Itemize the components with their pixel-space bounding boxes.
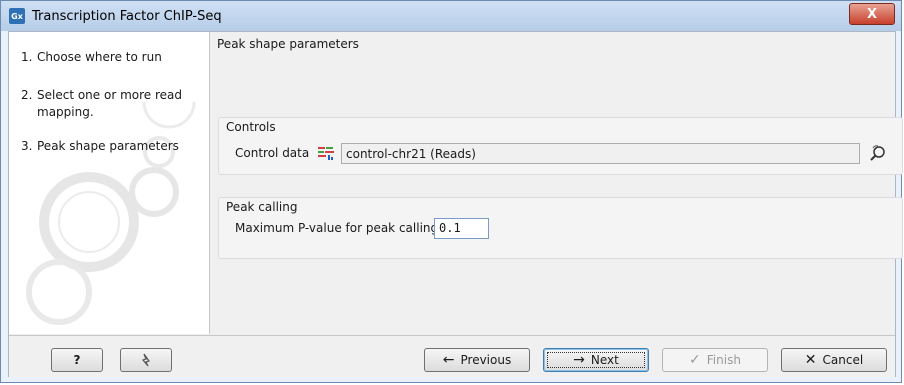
- step-2: 2. Select one or more read mapping.: [21, 87, 201, 121]
- peak-calling-group: Peak calling Maximum P-value for peak ca…: [218, 197, 903, 259]
- reset-button[interactable]: [120, 348, 172, 372]
- browse-icon[interactable]: [869, 144, 887, 162]
- parameters-panel: Peak shape parameters Controls Control d…: [210, 32, 903, 334]
- title-bar[interactable]: Gx Transcription Factor ChIP-Seq X: [1, 1, 901, 31]
- close-icon: X: [866, 6, 878, 22]
- control-data-field[interactable]: control-chr21 (Reads): [341, 143, 860, 164]
- step-3: 3. Peak shape parameters: [21, 138, 201, 155]
- controls-group: Controls Control data control-chr21 (Rea…: [218, 117, 903, 175]
- step-3-label: Peak shape parameters: [37, 139, 179, 153]
- reset-icon: [141, 353, 150, 367]
- next-label: Next: [590, 353, 619, 367]
- step-3-number: 3.: [21, 139, 33, 153]
- arrow-left-icon: ←: [442, 352, 455, 368]
- control-data-value: control-chr21 (Reads): [346, 146, 476, 161]
- next-button[interactable]: → Next: [543, 348, 649, 372]
- max-pvalue-input[interactable]: 0.1: [434, 218, 489, 239]
- window-title: Transcription Factor ChIP-Seq: [32, 8, 222, 24]
- step-2-number: 2.: [21, 88, 33, 102]
- max-pvalue-label: Maximum P-value for peak calling: [235, 221, 439, 235]
- page-title: Peak shape parameters: [217, 37, 359, 51]
- step-1-number: 1.: [21, 50, 33, 64]
- previous-label: Previous: [460, 353, 512, 367]
- step-2-label: Select one or more read mapping.: [37, 88, 182, 119]
- arrow-right-icon: →: [573, 352, 585, 368]
- steps-panel: 1. Choose where to run 2. Select one or mo…: [9, 32, 210, 334]
- decorative-dna-graphic: [26, 102, 196, 325]
- dialog-window: Gx Transcription Factor ChIP-Seq X 1. Cho…: [0, 0, 903, 383]
- control-data-label: Control data: [235, 146, 310, 160]
- help-icon: ?: [73, 353, 81, 367]
- checkmark-icon: ✓: [689, 352, 701, 368]
- button-bar: ? ← Previous → Next ✓ Finish ✕ Cancel: [9, 335, 895, 377]
- peak-calling-legend: Peak calling: [226, 200, 298, 214]
- cross-icon: ✕: [804, 352, 817, 368]
- dialog-body: 1. Choose where to run 2. Select one or mo…: [8, 31, 903, 377]
- help-button[interactable]: ?: [51, 348, 103, 372]
- reads-icon: [318, 147, 334, 160]
- controls-legend: Controls: [226, 120, 276, 134]
- previous-button[interactable]: ← Previous: [424, 348, 530, 372]
- finish-label: Finish: [706, 353, 741, 367]
- cancel-button[interactable]: ✕ Cancel: [781, 348, 887, 372]
- step-1-label: Choose where to run: [37, 50, 162, 64]
- close-button[interactable]: X: [849, 3, 895, 25]
- finish-button[interactable]: ✓ Finish: [662, 348, 768, 372]
- cancel-label: Cancel: [822, 353, 864, 367]
- step-1: 1. Choose where to run: [21, 49, 201, 66]
- app-icon: Gx: [9, 8, 25, 24]
